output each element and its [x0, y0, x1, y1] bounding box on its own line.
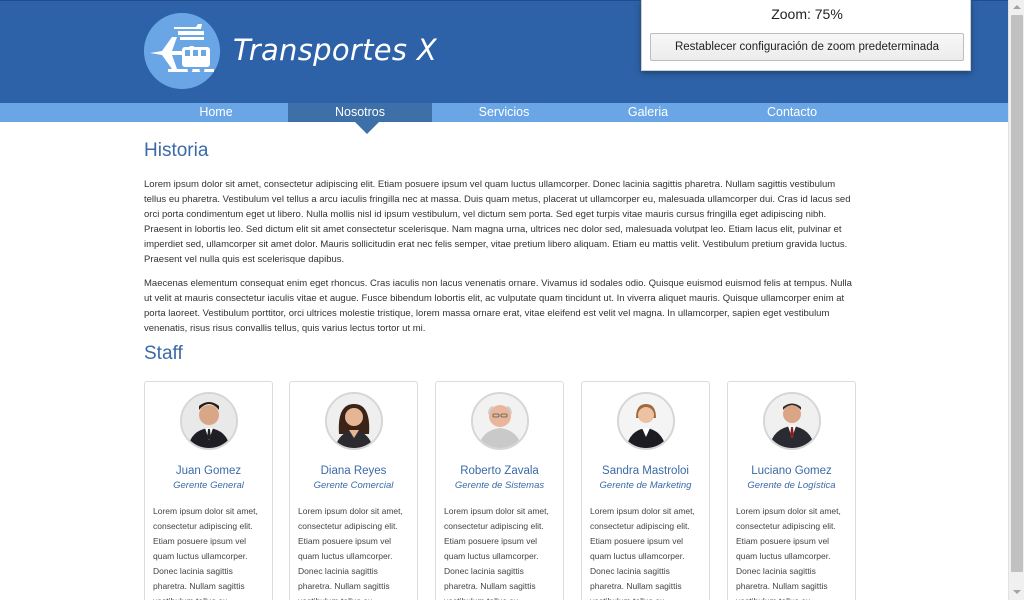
- zoom-popup: Zoom: 75% Restablecer configuración de z…: [641, 0, 971, 71]
- site-title[interactable]: Transportes X: [233, 33, 437, 67]
- staff-card: Juan Gomez Gerente General Lorem ipsum d…: [144, 381, 273, 600]
- nav-item-contacto[interactable]: Contacto: [720, 103, 864, 122]
- staff-role: Gerente General: [173, 480, 244, 491]
- staff-bio: Lorem ipsum dolor sit amet, consectetur …: [153, 506, 258, 600]
- nav-item-servicios[interactable]: Servicios: [432, 103, 576, 122]
- reset-zoom-button[interactable]: Restablecer configuración de zoom predet…: [650, 33, 964, 61]
- staff-name: Roberto Zavala: [460, 465, 539, 477]
- staff-bio: Lorem ipsum dolor sit amet, consectetur …: [298, 506, 403, 600]
- businesswoman-avatar: [617, 392, 675, 450]
- historia-section: Historia Lorem ipsum dolor sit amet, con…: [144, 140, 856, 365]
- staff-name: Luciano Gomez: [751, 465, 832, 477]
- staff-card: Luciano Gomez Gerente de Logística Lorem…: [727, 381, 856, 600]
- vertical-scrollbar[interactable]: [1008, 0, 1024, 600]
- staff-grid: Juan Gomez Gerente General Lorem ipsum d…: [144, 381, 856, 600]
- staff-heading: Staff: [144, 343, 183, 364]
- staff-bio: Lorem ipsum dolor sit amet, consectetur …: [736, 506, 841, 600]
- woman-avatar: [325, 392, 383, 450]
- nav-item-nosotros[interactable]: Nosotros: [288, 103, 432, 122]
- staff-card: Roberto Zavala Gerente de Sistemas Lorem…: [435, 381, 564, 600]
- staff-bio: Lorem ipsum dolor sit amet, consectetur …: [590, 506, 695, 600]
- historia-paragraph-1: Lorem ipsum dolor sit amet, consectetur …: [144, 179, 851, 265]
- historia-heading: Historia: [144, 140, 209, 161]
- zoom-level-label: Zoom: 75%: [771, 6, 843, 22]
- staff-name: Juan Gomez: [175, 465, 242, 477]
- nav-item-home[interactable]: Home: [144, 103, 288, 122]
- nav-item-galeria[interactable]: Galeria: [576, 103, 720, 122]
- staff-name: Sandra Mastroloi: [602, 465, 689, 477]
- staff-card: Sandra Mastroloi Gerente de Marketing Lo…: [581, 381, 710, 600]
- businessman-avatar: [763, 392, 821, 450]
- web-page: Transportes X Home Nosotros Servicios Ga…: [0, 0, 1008, 600]
- plane-train-ship-icon[interactable]: [144, 13, 220, 89]
- older-man-avatar: [471, 392, 529, 450]
- staff-name: Diana Reyes: [320, 465, 387, 477]
- staff-role: Gerente Comercial: [313, 480, 394, 491]
- active-nav-caret: [355, 122, 379, 134]
- staff-role: Gerente de Logística: [747, 480, 836, 491]
- main-nav: Home Nosotros Servicios Galeria Contacto: [0, 103, 1008, 122]
- scrollbar-thumb[interactable]: [1011, 15, 1023, 572]
- scroll-down-arrow-icon[interactable]: [1009, 584, 1024, 600]
- scroll-up-arrow-icon[interactable]: [1009, 0, 1024, 14]
- historia-paragraph-2: Maecenas elementum consequat enim eget r…: [144, 278, 852, 334]
- staff-role: Gerente de Sistemas: [454, 480, 545, 491]
- staff-bio: Lorem ipsum dolor sit amet, consectetur …: [444, 506, 549, 600]
- staff-card: Diana Reyes Gerente Comercial Lorem ipsu…: [289, 381, 418, 600]
- staff-role: Gerente de Marketing: [599, 480, 692, 491]
- man-in-suit-avatar: [180, 392, 238, 450]
